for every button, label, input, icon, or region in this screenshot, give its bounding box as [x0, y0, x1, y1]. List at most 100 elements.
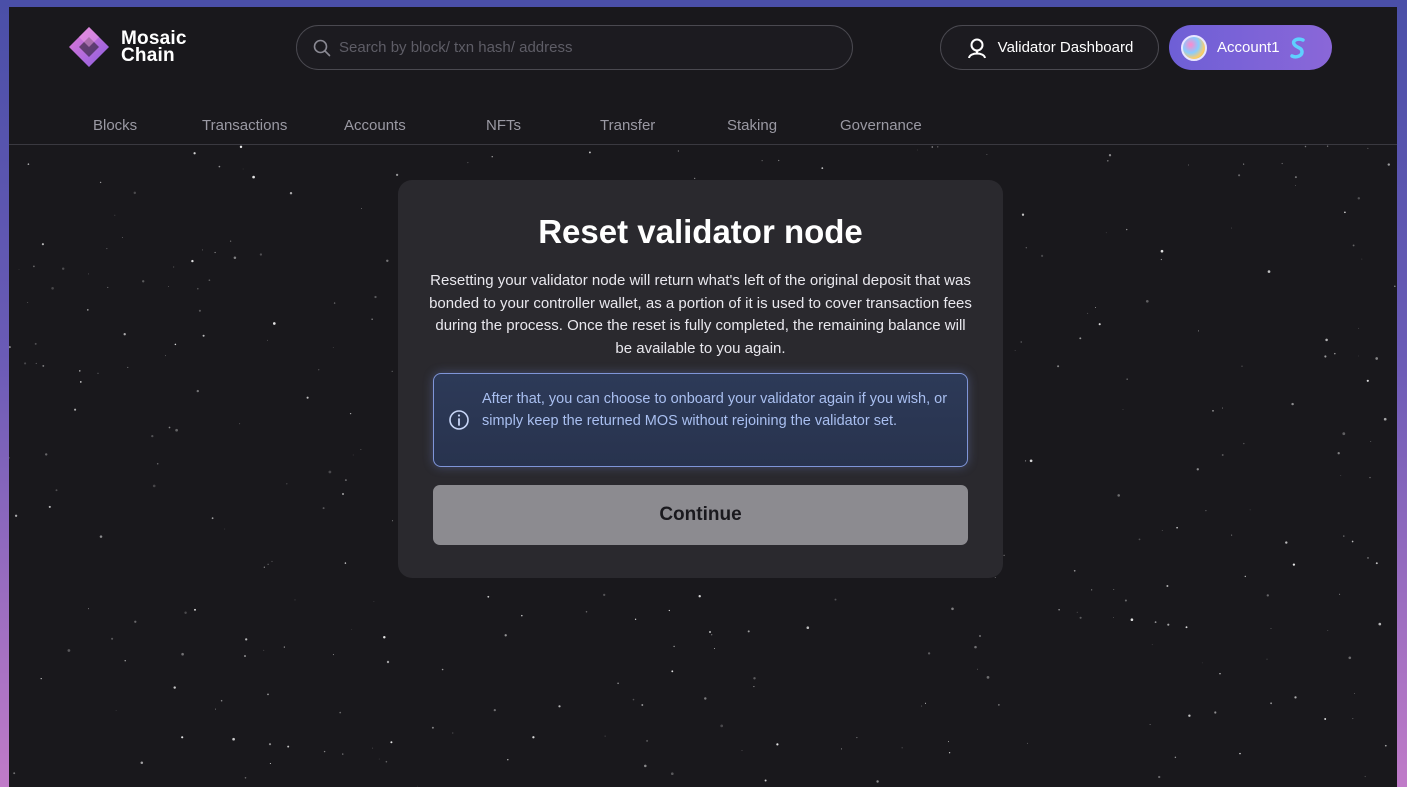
star: [1196, 468, 1199, 471]
main-nav: Blocks Transactions Accounts NFTs Transf…: [9, 111, 1397, 145]
star: [175, 428, 178, 432]
star: [232, 737, 235, 741]
star: [196, 389, 199, 393]
star: [224, 528, 226, 530]
star: [1106, 159, 1109, 162]
star: [1367, 147, 1369, 149]
star: [208, 279, 211, 282]
star: [634, 618, 637, 620]
star: [1304, 145, 1307, 148]
star: [323, 750, 326, 753]
star: [668, 609, 670, 612]
star: [1383, 417, 1387, 421]
star: [318, 369, 320, 371]
star: [306, 396, 309, 399]
star: [1221, 407, 1223, 409]
nav-item-nfts[interactable]: NFTs: [486, 117, 521, 134]
star: [1158, 775, 1161, 779]
star: [1285, 541, 1288, 544]
star: [371, 318, 373, 320]
search-bar[interactable]: [296, 25, 853, 70]
star: [214, 251, 216, 254]
star: [1149, 724, 1151, 726]
star: [753, 677, 756, 680]
star: [40, 677, 42, 680]
star: [239, 423, 241, 425]
star: [328, 470, 332, 474]
star: [79, 370, 81, 372]
star: [487, 595, 490, 598]
star: [1145, 299, 1149, 303]
modal-description: Resetting your validator node will retur…: [429, 272, 972, 357]
star: [646, 739, 649, 742]
star: [1238, 174, 1241, 177]
star: [35, 362, 37, 364]
star: [1244, 575, 1246, 578]
nav-item-accounts[interactable]: Accounts: [344, 117, 406, 134]
star: [1003, 554, 1005, 556]
star: [133, 191, 137, 195]
search-input[interactable]: [339, 39, 819, 56]
star: [322, 507, 325, 510]
nav-item-transactions[interactable]: Transactions: [202, 117, 287, 134]
star: [764, 779, 767, 782]
star: [1122, 409, 1124, 410]
star: [1087, 312, 1089, 314]
star: [245, 638, 248, 641]
star: [41, 243, 44, 246]
star: [856, 737, 858, 739]
star: [1029, 459, 1033, 463]
account-button[interactable]: Account1: [1169, 25, 1332, 70]
nav-item-staking[interactable]: Staking: [727, 117, 777, 134]
validator-dashboard-button[interactable]: Validator Dashboard: [940, 25, 1159, 70]
star: [191, 259, 194, 263]
avatar: [1181, 34, 1207, 61]
nav-item-transfer[interactable]: Transfer: [600, 117, 655, 134]
star: [390, 741, 393, 744]
star: [452, 732, 454, 734]
star: [1354, 693, 1355, 694]
logo[interactable]: Mosaic Chain: [67, 25, 187, 69]
star: [1266, 658, 1268, 660]
star: [709, 631, 711, 633]
star: [441, 668, 444, 671]
star: [948, 741, 949, 743]
star: [1294, 176, 1297, 179]
star: [1375, 357, 1379, 360]
star: [1294, 696, 1297, 699]
star: [1387, 163, 1390, 166]
star: [1327, 629, 1329, 631]
star: [242, 168, 244, 170]
star: [588, 151, 591, 154]
star: [1124, 599, 1127, 602]
star: [998, 704, 1000, 706]
nav-item-governance[interactable]: Governance: [840, 117, 922, 134]
star: [1079, 337, 1082, 340]
star: [1352, 718, 1354, 720]
star: [986, 676, 990, 679]
star: [431, 726, 434, 729]
star: [123, 333, 126, 336]
star: [1198, 330, 1199, 332]
star: [747, 630, 750, 633]
star: [24, 362, 27, 365]
validator-user-icon: [967, 38, 986, 58]
star: [339, 711, 342, 714]
continue-button[interactable]: Continue: [433, 485, 968, 545]
star: [1073, 569, 1076, 572]
star: [124, 660, 126, 662]
star: [99, 181, 102, 184]
star: [1243, 163, 1245, 165]
star: [1105, 232, 1107, 234]
star: [1281, 162, 1283, 165]
star: [1041, 254, 1044, 257]
star: [931, 146, 934, 148]
nav-item-blocks[interactable]: Blocks: [93, 117, 137, 134]
star: [333, 302, 336, 304]
star: [1014, 350, 1016, 351]
star: [916, 149, 918, 151]
star: [341, 492, 345, 496]
star: [360, 449, 362, 450]
star: [1270, 702, 1272, 705]
star: [821, 167, 824, 169]
